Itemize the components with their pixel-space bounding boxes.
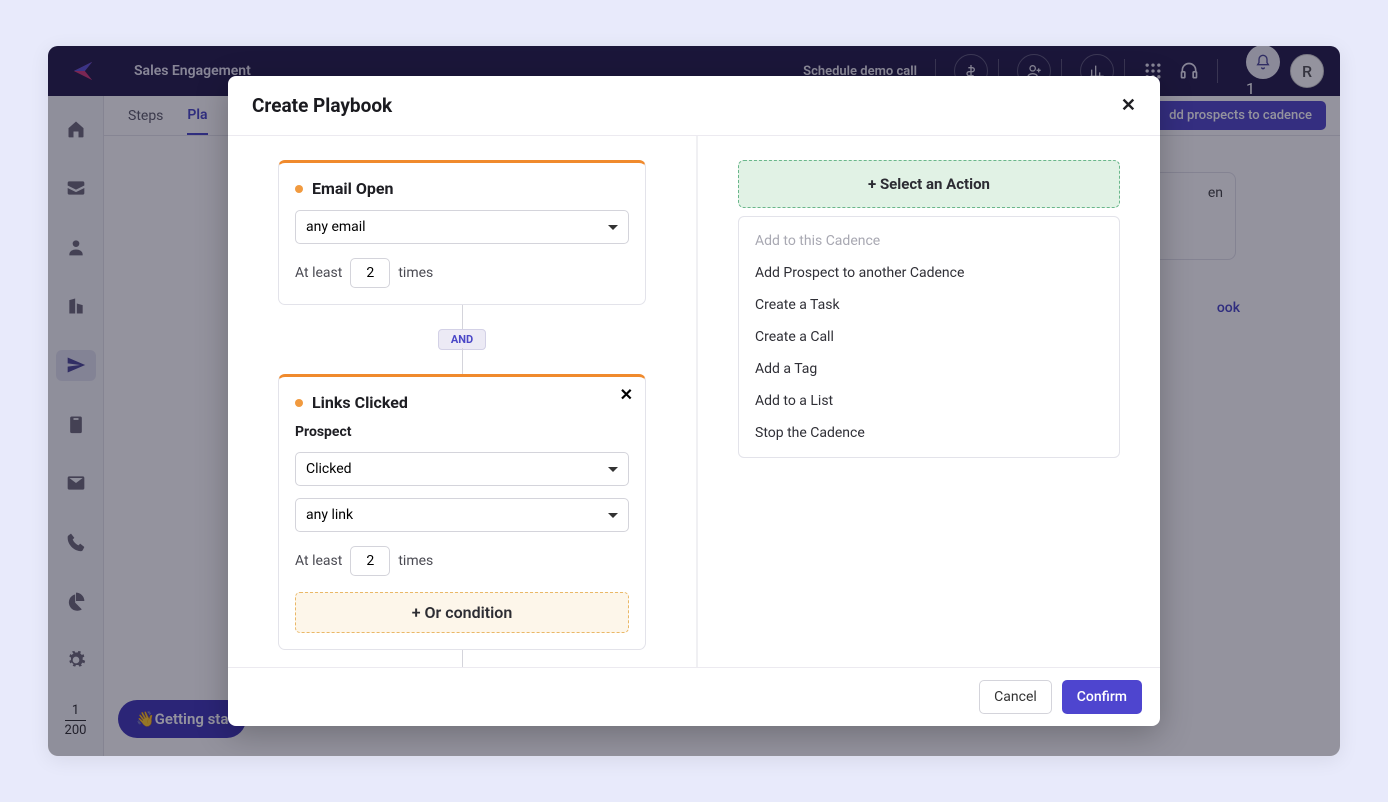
actions-panel: + Select an Action Add to this Cadence A… <box>698 136 1160 667</box>
remove-condition-icon[interactable]: ✕ <box>620 385 633 404</box>
action-add-tag[interactable]: Add a Tag <box>739 353 1119 385</box>
condition-email-open: Email Open any email At least times <box>278 160 646 305</box>
click-type-select[interactable]: Clicked <box>295 452 629 486</box>
action-add-list[interactable]: Add to a List <box>739 385 1119 417</box>
email-select[interactable]: any email <box>295 210 629 244</box>
action-stop-cadence[interactable]: Stop the Cadence <box>739 417 1119 449</box>
cancel-button[interactable]: Cancel <box>979 680 1052 714</box>
count-input[interactable] <box>350 546 390 576</box>
status-dot-icon <box>295 399 303 407</box>
modal-title: Create Playbook <box>252 94 392 117</box>
select-action-button[interactable]: + Select an Action <box>738 160 1120 208</box>
modal-overlay: Create Playbook ✕ Email Open any email A… <box>48 46 1340 756</box>
link-select[interactable]: any link <box>295 498 629 532</box>
create-playbook-modal: Create Playbook ✕ Email Open any email A… <box>228 76 1160 726</box>
confirm-button[interactable]: Confirm <box>1062 680 1142 714</box>
action-add-this-cadence: Add to this Cadence <box>739 225 1119 257</box>
modal-footer: Cancel Confirm <box>228 667 1160 726</box>
add-or-condition-button[interactable]: + Or condition <box>295 592 629 633</box>
status-dot-icon <box>295 185 303 193</box>
count-input[interactable] <box>350 258 390 288</box>
action-create-task[interactable]: Create a Task <box>739 289 1119 321</box>
condition-links-clicked: ✕ Links Clicked Prospect Clicked any lin… <box>278 374 646 650</box>
connector-line <box>462 305 463 331</box>
modal-header: Create Playbook ✕ <box>228 76 1160 136</box>
chevron-down-icon <box>608 467 618 472</box>
atleast-row: At least times <box>295 258 629 288</box>
prospect-label: Prospect <box>295 424 629 440</box>
and-operator: AND <box>438 329 486 350</box>
action-create-call[interactable]: Create a Call <box>739 321 1119 353</box>
app-window: Sales Engagement Schedule demo call 1 R <box>48 46 1340 756</box>
chevron-down-icon <box>608 513 618 518</box>
action-add-another-cadence[interactable]: Add Prospect to another Cadence <box>739 257 1119 289</box>
connector-line <box>462 650 463 667</box>
conditions-panel: Email Open any email At least times AND … <box>228 136 696 667</box>
connector-line <box>462 348 463 374</box>
close-icon[interactable]: ✕ <box>1121 95 1136 116</box>
atleast-row: At least times <box>295 546 629 576</box>
condition-title: Email Open <box>295 179 629 198</box>
condition-title: Links Clicked <box>295 393 629 412</box>
chevron-down-icon <box>608 225 618 230</box>
action-dropdown: Add to this Cadence Add Prospect to anot… <box>738 216 1120 458</box>
